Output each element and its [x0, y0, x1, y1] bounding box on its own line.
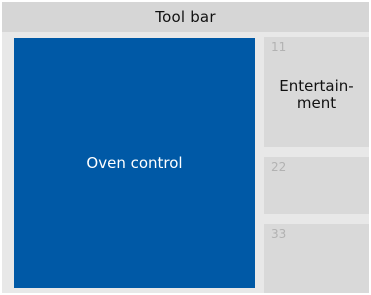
entertainment-tile[interactable]: 11 Entertain- ment	[264, 37, 369, 147]
oven-control-label: Oven control	[86, 154, 183, 172]
toolbar-title: Tool bar	[155, 8, 216, 26]
tile-number: 11	[271, 40, 287, 54]
entertainment-label: Entertain- ment	[264, 78, 369, 112]
app-screen: Tool bar Oven control 11 Entertain- ment…	[2, 2, 369, 293]
toolbar: Tool bar	[2, 2, 369, 32]
tile-number: 22	[271, 160, 287, 174]
tile-33[interactable]: 33	[264, 224, 369, 293]
tile-22[interactable]: 22	[264, 157, 369, 214]
oven-control-tile[interactable]: Oven control	[14, 38, 255, 288]
entertainment-label-line2: ment	[296, 94, 337, 112]
tile-number: 33	[271, 227, 287, 241]
entertainment-label-line1: Entertain-	[279, 77, 354, 95]
